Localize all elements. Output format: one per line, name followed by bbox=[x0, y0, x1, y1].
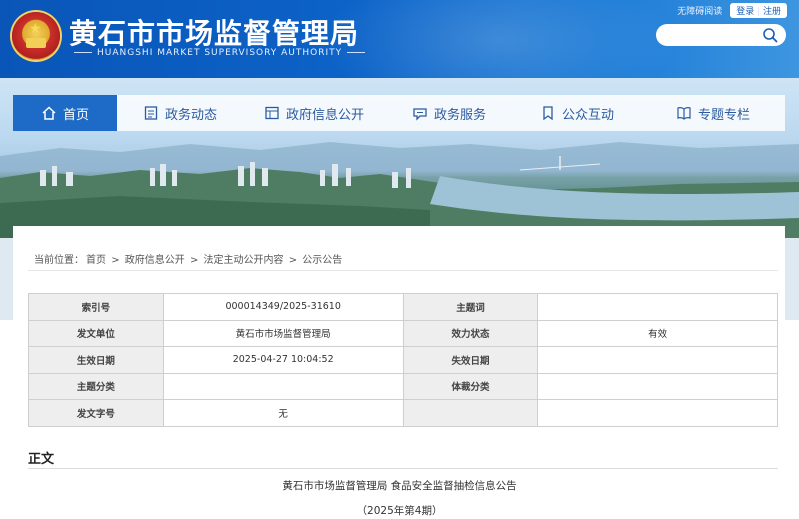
top-links: 无障碍阅读 登录 | 注册 bbox=[677, 3, 787, 18]
main-nav: 首页 政务动态 政府信息公开 政务服务 公众互动 专题专栏 bbox=[13, 95, 785, 131]
register-link[interactable]: 注册 bbox=[763, 7, 781, 17]
meta-key: 效力状态 bbox=[402, 319, 539, 347]
nav-item-info-disclosure[interactable]: 政府信息公开 bbox=[243, 95, 385, 131]
breadcrumb-statutory-content[interactable]: 法定主动公开内容 bbox=[204, 255, 284, 266]
nav-item-news[interactable]: 政务动态 bbox=[117, 95, 243, 131]
nav-label: 政务动态 bbox=[164, 107, 217, 123]
home-icon bbox=[42, 106, 56, 120]
table-row: 索引号 000014349/2025-31610 主题词 bbox=[28, 293, 778, 321]
meta-key: 主题词 bbox=[402, 293, 539, 321]
service-icon bbox=[413, 108, 427, 121]
meta-value-expiry-date bbox=[537, 346, 778, 374]
breadcrumb-prefix: 当前位置： bbox=[34, 255, 84, 266]
meta-key: 失效日期 bbox=[402, 346, 539, 374]
meta-value-validity: 有效 bbox=[537, 319, 778, 347]
breadcrumb-announcements[interactable]: 公示公告 bbox=[302, 255, 342, 266]
section-heading: 正文 bbox=[28, 452, 55, 467]
meta-value-doc-number: 无 bbox=[162, 399, 404, 427]
site-header: ★ 黄石市市场监督管理局 HUANGSHI MARKET SUPERVISORY… bbox=[0, 0, 799, 78]
meta-value-effective-date: 2025-04-27 10:04:52 bbox=[162, 346, 404, 374]
nav-label: 政务服务 bbox=[433, 107, 486, 123]
breadcrumb-separator: > bbox=[288, 255, 298, 266]
table-row: 生效日期 2025-04-27 10:04:52 失效日期 bbox=[28, 346, 778, 374]
meta-value-topic bbox=[162, 372, 404, 400]
meta-value-keywords bbox=[537, 293, 778, 321]
site-title[interactable]: 黄石市市场监督管理局 bbox=[69, 12, 359, 52]
breadcrumb-separator: > bbox=[111, 255, 120, 266]
side-background bbox=[0, 238, 13, 320]
meta-key bbox=[402, 399, 539, 427]
meta-key: 体裁分类 bbox=[402, 372, 539, 400]
interaction-icon bbox=[543, 106, 553, 121]
nav-item-special-topics[interactable]: 专题专栏 bbox=[641, 95, 785, 131]
accessibility-link[interactable]: 无障碍阅读 bbox=[677, 4, 722, 17]
search-input[interactable] bbox=[666, 25, 766, 48]
breadcrumb-home[interactable]: 首页 bbox=[86, 255, 106, 266]
nav-label: 专题专栏 bbox=[697, 107, 750, 123]
meta-key: 发文字号 bbox=[28, 399, 164, 427]
side-background bbox=[785, 238, 799, 320]
nav-label: 首页 bbox=[62, 107, 89, 123]
nav-label: 政府信息公开 bbox=[285, 107, 364, 123]
nav-label: 公众互动 bbox=[561, 107, 614, 123]
search-icon[interactable] bbox=[762, 27, 778, 43]
table-row: 发文字号 无 bbox=[28, 399, 778, 427]
breadcrumb-separator: > bbox=[189, 255, 199, 266]
divider bbox=[28, 270, 778, 271]
document-metadata-table: 索引号 000014349/2025-31610 主题词 发文单位 黄石市市场监… bbox=[28, 293, 778, 427]
meta-key: 主题分类 bbox=[28, 372, 164, 400]
search-box bbox=[656, 24, 786, 48]
meta-value-empty bbox=[537, 399, 778, 427]
nav-item-services[interactable]: 政务服务 bbox=[385, 95, 513, 131]
article-issue: （2025年第4期） bbox=[356, 505, 443, 517]
meta-key: 生效日期 bbox=[28, 346, 164, 374]
news-icon bbox=[144, 106, 158, 120]
site-subtitle: HUANGSHI MARKET SUPERVISORY AUTHORITY bbox=[69, 48, 370, 58]
meta-key: 发文单位 bbox=[28, 319, 164, 347]
divider bbox=[28, 468, 778, 469]
national-emblem-icon: ★ bbox=[12, 12, 60, 60]
article-title: 黄石市市场监督管理局 食品安全监督抽检信息公告 bbox=[282, 480, 517, 492]
meta-key: 索引号 bbox=[28, 293, 164, 321]
nav-item-home[interactable]: 首页 bbox=[13, 95, 117, 131]
meta-value-index-number: 000014349/2025-31610 bbox=[162, 293, 404, 321]
table-row: 主题分类 体裁分类 bbox=[28, 372, 778, 400]
table-row: 发文单位 黄石市市场监督管理局 效力状态 有效 bbox=[28, 319, 778, 347]
nav-item-interaction[interactable]: 公众互动 bbox=[513, 95, 641, 131]
meta-value-genre bbox=[537, 372, 778, 400]
info-icon bbox=[265, 106, 279, 120]
breadcrumb-info-disclosure[interactable]: 政府信息公开 bbox=[125, 255, 185, 266]
breadcrumb: 当前位置： 首页 > 政府信息公开 > 法定主动公开内容 > 公示公告 bbox=[34, 251, 344, 266]
meta-value-issuer: 黄石市市场监督管理局 bbox=[162, 319, 404, 347]
book-icon bbox=[677, 107, 691, 120]
login-link[interactable]: 登录 | 注册 bbox=[730, 3, 787, 18]
